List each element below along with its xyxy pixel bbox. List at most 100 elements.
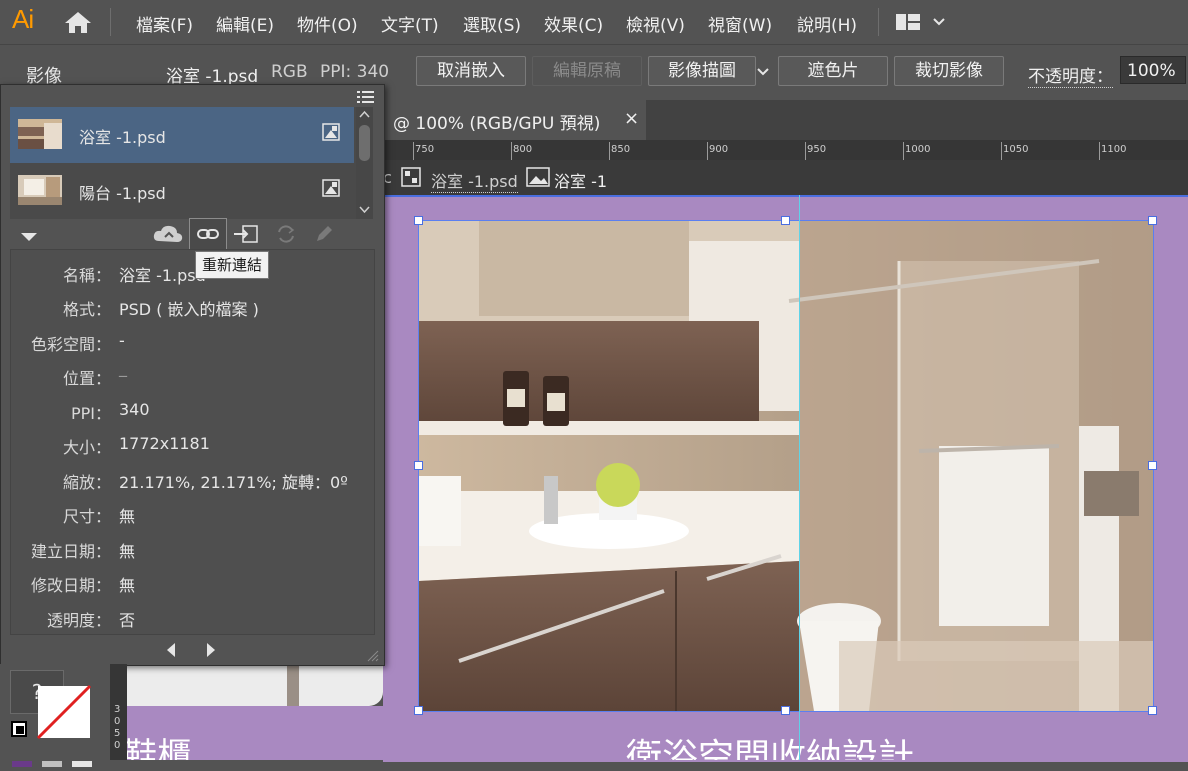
link-thumbnail (18, 119, 62, 149)
smart-guide-line (799, 195, 800, 760)
resize-handle[interactable] (1148, 216, 1157, 225)
resize-handle[interactable] (1148, 461, 1157, 470)
resize-handle[interactable] (781, 216, 790, 225)
modified-value: 無 (119, 576, 136, 595)
menu-bar: Ai 檔案(F) 編輯(E) 物件(O) 文字(T) 選取(S) 效果(C) 檢… (0, 0, 1188, 44)
ruler-label: 850 (611, 144, 631, 155)
link-thumbnail (18, 175, 62, 205)
vruler-digit: 0 (114, 740, 121, 751)
relink-button[interactable] (189, 218, 227, 250)
dimension-label: 尺寸： (62, 507, 111, 526)
tools-panel: ? 3 0 5 0 (0, 664, 127, 767)
linked-file-icon (401, 167, 421, 187)
embedded-icon (322, 123, 340, 141)
created-value: 無 (119, 542, 136, 561)
modified-label: 修改日期： (30, 576, 111, 595)
colorspace-label: 色彩空間： (30, 335, 111, 354)
vertical-ruler[interactable]: 3 0 5 0 (110, 664, 127, 760)
workspace-layout-icon[interactable] (896, 12, 948, 32)
resize-handle[interactable] (414, 461, 423, 470)
menu-edit[interactable]: 編輯(E) (216, 11, 274, 36)
opacity-label[interactable]: 不透明度： (1028, 62, 1113, 88)
edit-original-icon[interactable] (313, 223, 335, 245)
location-label: 位置： (62, 369, 111, 388)
breadcrumb: c 浴室 -1.psd 浴室 -1 (383, 160, 1188, 195)
app-logo: Ai (12, 4, 34, 34)
resize-handle[interactable] (414, 706, 423, 715)
vruler-digit: 5 (114, 728, 121, 739)
breadcrumb-file[interactable]: 浴室 -1.psd (431, 168, 518, 193)
resize-handle[interactable] (781, 706, 790, 715)
unembed-button[interactable]: 取消嵌入 (416, 56, 526, 86)
image-trace-button[interactable]: 影像描圖 (648, 56, 756, 86)
dimension-value: 無 (119, 507, 136, 526)
menu-view[interactable]: 檢視(V) (626, 11, 685, 36)
menu-select[interactable]: 選取(S) (463, 11, 521, 36)
menu-type[interactable]: 文字(T) (381, 11, 439, 36)
right-heading: 衛浴空間收納設計 (626, 737, 915, 760)
location-value[interactable]: _ (119, 358, 127, 377)
document-tab[interactable]: @ 100% (RGB/GPU 預視) × (383, 100, 646, 140)
go-to-link-icon[interactable] (233, 223, 259, 245)
menu-help[interactable]: 說明(H) (797, 11, 857, 36)
panel-menu-icon[interactable] (357, 89, 375, 105)
links-list: 浴室 -1.psd 陽台 -1.psd (10, 107, 356, 219)
color-mode-swatches[interactable] (10, 752, 94, 767)
ruler-label: 800 (513, 144, 533, 155)
next-link-icon[interactable] (203, 641, 219, 659)
links-scrollbar[interactable] (356, 107, 373, 219)
ruler-label: 900 (709, 144, 729, 155)
ppi-value: 340 (119, 400, 150, 419)
fill-stroke-icon[interactable] (10, 684, 94, 758)
image-trace-dropdown-icon[interactable] (754, 60, 772, 82)
document-tab-title: @ 100% (RGB/GPU 預視) (393, 114, 601, 134)
name-value: 浴室 -1.psd (119, 266, 206, 285)
link-info: 名稱： 浴室 -1.psd 格式： PSD ( 嵌入的檔案 ) 色彩空間： - … (10, 249, 375, 635)
chain-link-icon (197, 226, 219, 242)
menu-file[interactable]: 檔案(F) (136, 11, 193, 36)
horizontal-ruler[interactable]: 750 800 850 900 950 1000 1050 1100 (383, 140, 1188, 160)
ruler-label: 750 (415, 144, 435, 155)
name-label: 名稱： (62, 266, 111, 285)
menu-object[interactable]: 物件(O) (297, 11, 358, 36)
selection-bounding-box[interactable] (418, 220, 1154, 712)
edit-original-button[interactable]: 編輯原稿 (532, 56, 642, 86)
breadcrumb-layer: 浴室 -1 (554, 172, 608, 191)
collapse-info-icon[interactable] (19, 229, 39, 243)
link-item-selected[interactable]: 浴室 -1.psd (10, 107, 354, 163)
previous-link-icon[interactable] (163, 641, 179, 659)
vruler-digit: 0 (114, 716, 121, 727)
transparency-value: 否 (119, 611, 136, 630)
link-name: 陽台 -1.psd (79, 184, 166, 203)
scale-label: 縮放： (62, 473, 111, 492)
color-mode: RGB (271, 62, 308, 82)
scale-value: 21.171%, 21.171%; 旋轉：0º (119, 473, 348, 492)
created-label: 建立日期： (30, 542, 111, 561)
menu-window[interactable]: 視窗(W) (708, 11, 772, 36)
close-tab-icon[interactable]: × (624, 108, 639, 129)
mask-button[interactable]: 遮色片 (778, 56, 888, 86)
transparency-label: 透明度： (46, 611, 111, 630)
ppi-readout: PPI: 340 (320, 62, 390, 82)
update-link-icon[interactable] (275, 223, 297, 245)
home-icon[interactable] (64, 10, 92, 34)
links-panel: 浴室 -1.psd 陽台 -1.psd 名稱： 浴室 -1.psd 格式： PS… (0, 84, 385, 666)
resize-handle[interactable] (1148, 706, 1157, 715)
panel-resize-grip-icon[interactable] (367, 647, 379, 662)
link-item[interactable]: 陽台 -1.psd (10, 163, 354, 219)
ruler-label: 1050 (1003, 144, 1029, 155)
resize-handle[interactable] (414, 216, 423, 225)
size-value: 1772x1181 (119, 434, 210, 453)
cc-library-icon[interactable] (153, 223, 183, 245)
ppi-label: PPI： (70, 404, 111, 423)
opacity-input[interactable]: 100% (1120, 56, 1186, 84)
image-icon (526, 167, 550, 187)
crop-image-button[interactable]: 裁切影像 (894, 56, 1004, 86)
adjacent-image (127, 664, 383, 706)
ruler-label: 1000 (905, 144, 931, 155)
size-label: 大小： (62, 438, 111, 457)
embedded-icon (322, 179, 340, 197)
document-tab-bar: @ 100% (RGB/GPU 預視) × (383, 100, 1188, 140)
ruler-label: 1100 (1101, 144, 1127, 155)
menu-effect[interactable]: 效果(C) (544, 11, 603, 36)
